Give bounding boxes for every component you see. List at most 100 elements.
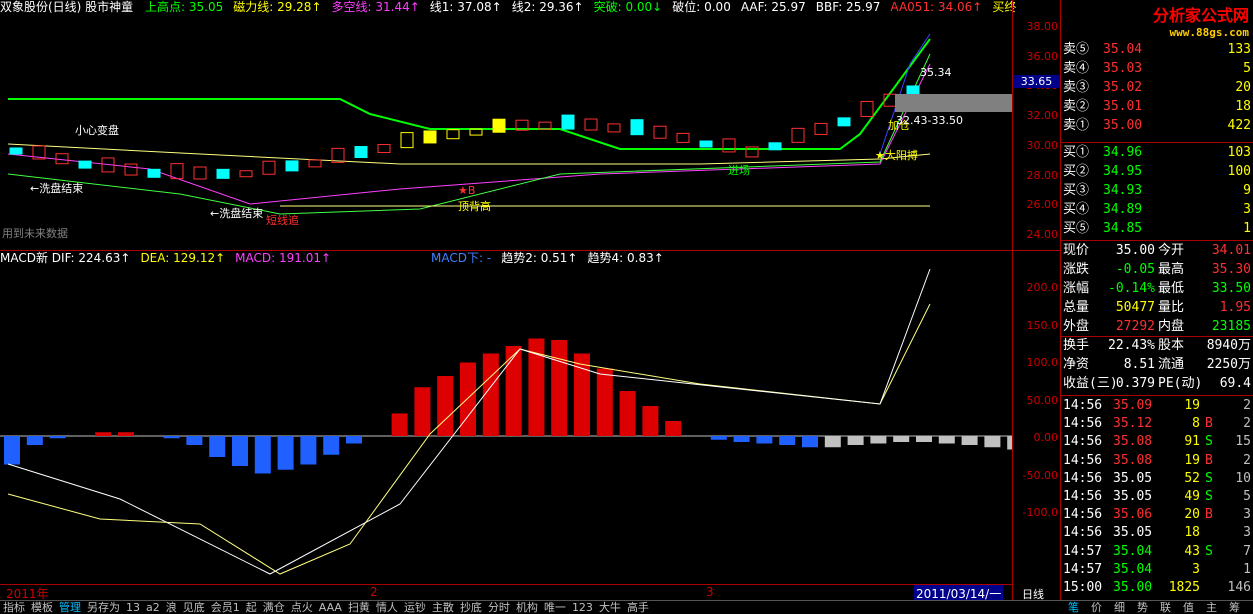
panel-tab[interactable]: 主 xyxy=(1200,601,1223,614)
quote-v1: 0.379 xyxy=(1115,376,1155,391)
toolbar-tab[interactable]: 见底 xyxy=(180,601,208,614)
macd-bar xyxy=(710,436,727,440)
toolbar-tab[interactable]: 123 xyxy=(569,601,596,614)
bid-row: 买② 34.95 100 xyxy=(1063,162,1251,181)
kline-chart[interactable]: 小心变盘←洗盘结束←洗盘结束进场加仓★大阳搏短线追★B顶背高32.43-33.5… xyxy=(0,14,1012,264)
macd-bar xyxy=(984,436,1001,448)
tick-time: 14:56 xyxy=(1063,470,1103,486)
macd-bar xyxy=(733,436,750,442)
toolbar-tab[interactable]: 管理 xyxy=(56,601,84,614)
quote-k1: 涨幅 xyxy=(1063,281,1090,296)
quote-v2: 2250万 xyxy=(1206,357,1251,372)
toolbar-tab[interactable]: 起 xyxy=(243,601,260,614)
annotation-range: 32.43-33.50 xyxy=(896,114,963,127)
tick-price: 35.08 xyxy=(1113,452,1153,468)
ask-price: 35.00 xyxy=(1103,118,1143,133)
candle xyxy=(354,146,368,159)
panel-tab[interactable]: 笔 xyxy=(1062,601,1085,614)
toolbar-tab[interactable]: 主散 xyxy=(429,601,457,614)
toolbar-tab[interactable]: 13 xyxy=(123,601,143,614)
chart-area[interactable]: 双象股份(日线) 股市神童 上高点: 35.05 磁力线: 29.28↑ 多空线: … xyxy=(0,0,1016,602)
toolbar-tab[interactable]: 会员1 xyxy=(208,601,243,614)
toolbar-tab[interactable]: 运钞 xyxy=(401,601,429,614)
quote-v1: 35.00 xyxy=(1115,243,1155,258)
time-axis: 2011年 2 3 2011/03/14/一 xyxy=(0,584,1012,602)
macd-bar xyxy=(756,436,773,444)
toolbar-tab[interactable]: AAA xyxy=(316,601,345,614)
tick-time: 14:56 xyxy=(1063,416,1103,432)
tick-volume: 49 xyxy=(1184,489,1200,504)
quote-k2: 股本 xyxy=(1158,338,1185,353)
panel-tab[interactable]: 势 xyxy=(1131,601,1154,614)
price-axis: 38.0036.0034.0032.0030.0028.0026.0024.00… xyxy=(1012,0,1060,600)
tick-row: 14:56 35.06 20 B 3 xyxy=(1063,506,1251,524)
tick-price: 35.06 xyxy=(1113,507,1153,523)
toolbar-tab[interactable]: 点火 xyxy=(288,601,316,614)
candle xyxy=(607,123,621,133)
ask-label: 卖④ xyxy=(1063,61,1090,76)
toolbar-tab[interactable]: 模板 xyxy=(28,601,56,614)
toolbar-tab[interactable]: 另存为 xyxy=(84,601,123,614)
quote-row: 外盘 27292 内盘 23185 xyxy=(1063,317,1251,336)
macd-bar xyxy=(26,436,43,445)
ask-row: 卖① 35.00 422 xyxy=(1063,116,1251,135)
macd-bar xyxy=(551,340,568,436)
tick-side: S xyxy=(1205,434,1213,450)
quote-v1: 27292 xyxy=(1115,319,1155,334)
panel-tab[interactable]: 价 xyxy=(1085,601,1108,614)
quote-v1: 22.43% xyxy=(1108,338,1155,353)
macd-values: MACD新 DIF: 224.63↑ DEA: 129.12↑ MACD: 191.… xyxy=(0,251,674,265)
panel-tab[interactable]: 细 xyxy=(1108,601,1131,614)
macd-bar xyxy=(300,436,317,465)
candle xyxy=(262,160,276,175)
tick-time: 14:56 xyxy=(1063,507,1103,523)
ask-volume: 18 xyxy=(1235,99,1251,114)
toolbar-tab[interactable]: a2 xyxy=(143,601,163,614)
tick-row: 14:56 35.05 49 S 5 xyxy=(1063,488,1251,506)
axis-divider xyxy=(1013,250,1060,251)
tick-count: 2 xyxy=(1243,398,1251,413)
candle xyxy=(124,163,138,176)
panel-tab[interactable]: 联 xyxy=(1154,601,1177,614)
tick-price: 35.04 xyxy=(1113,561,1153,577)
price-tick: 28.00 xyxy=(1026,168,1059,182)
price-tick: 24.00 xyxy=(1026,227,1059,241)
toolbar-tab[interactable]: 抄底 xyxy=(457,601,485,614)
candle xyxy=(446,129,460,140)
toolbar-tab[interactable]: 指标 xyxy=(0,601,28,614)
quote-v2: 69.4 xyxy=(1219,376,1251,391)
candle xyxy=(193,166,207,180)
macd-value: 趋势4: 0.83↑ xyxy=(587,251,664,265)
tick-time: 14:56 xyxy=(1063,525,1103,541)
toolbar-tab[interactable]: 浪 xyxy=(163,601,180,614)
macd-bar xyxy=(824,436,841,448)
quote-k2: 量比 xyxy=(1158,300,1185,315)
bottom-toolbar[interactable]: 指标 模板 管理 另存为 13 a2 浪见底 会员1 起满仓 点火 AAA 扫黄 情人 运钞 主散 抄底 分时机… xyxy=(0,600,1253,614)
macd-tick: 0.00 xyxy=(1033,431,1059,444)
toolbar-tab[interactable]: 满仓 xyxy=(260,601,288,614)
annotation-wash_end2: ←洗盘结束 xyxy=(210,206,263,220)
macd-bar xyxy=(596,368,613,436)
quote-v2: 23185 xyxy=(1211,319,1251,334)
tick-count: 10 xyxy=(1235,470,1251,486)
macd-chart[interactable] xyxy=(0,264,1012,584)
tick-volume: 20 xyxy=(1184,507,1200,523)
panel-tab[interactable]: 筹 xyxy=(1223,601,1246,614)
panel-tab[interactable]: 值 xyxy=(1177,601,1200,614)
ask-volume: 422 xyxy=(1227,118,1251,133)
toolbar-tab[interactable]: 唯一 xyxy=(541,601,569,614)
quote-row: 收益(三) 0.379 PE(动) 69.4 xyxy=(1063,374,1251,393)
macd-bar xyxy=(232,436,248,466)
bid-label: 买② xyxy=(1063,164,1090,179)
macd-bar xyxy=(460,362,476,436)
toolbar-tab[interactable]: 情人 xyxy=(373,601,401,614)
macd-bar xyxy=(893,436,910,442)
toolbar-tab[interactable]: 机构 xyxy=(513,601,541,614)
toolbar-tab[interactable]: 分时 xyxy=(485,601,513,614)
toolbar-tab[interactable]: 高手 xyxy=(624,601,652,614)
toolbar-tab[interactable]: 大牛 xyxy=(596,601,624,614)
tick-side: S xyxy=(1205,470,1213,486)
quote-v2: 35.30 xyxy=(1211,262,1251,277)
toolbar-tab[interactable]: 扫黄 xyxy=(345,601,373,614)
candle xyxy=(377,144,391,154)
